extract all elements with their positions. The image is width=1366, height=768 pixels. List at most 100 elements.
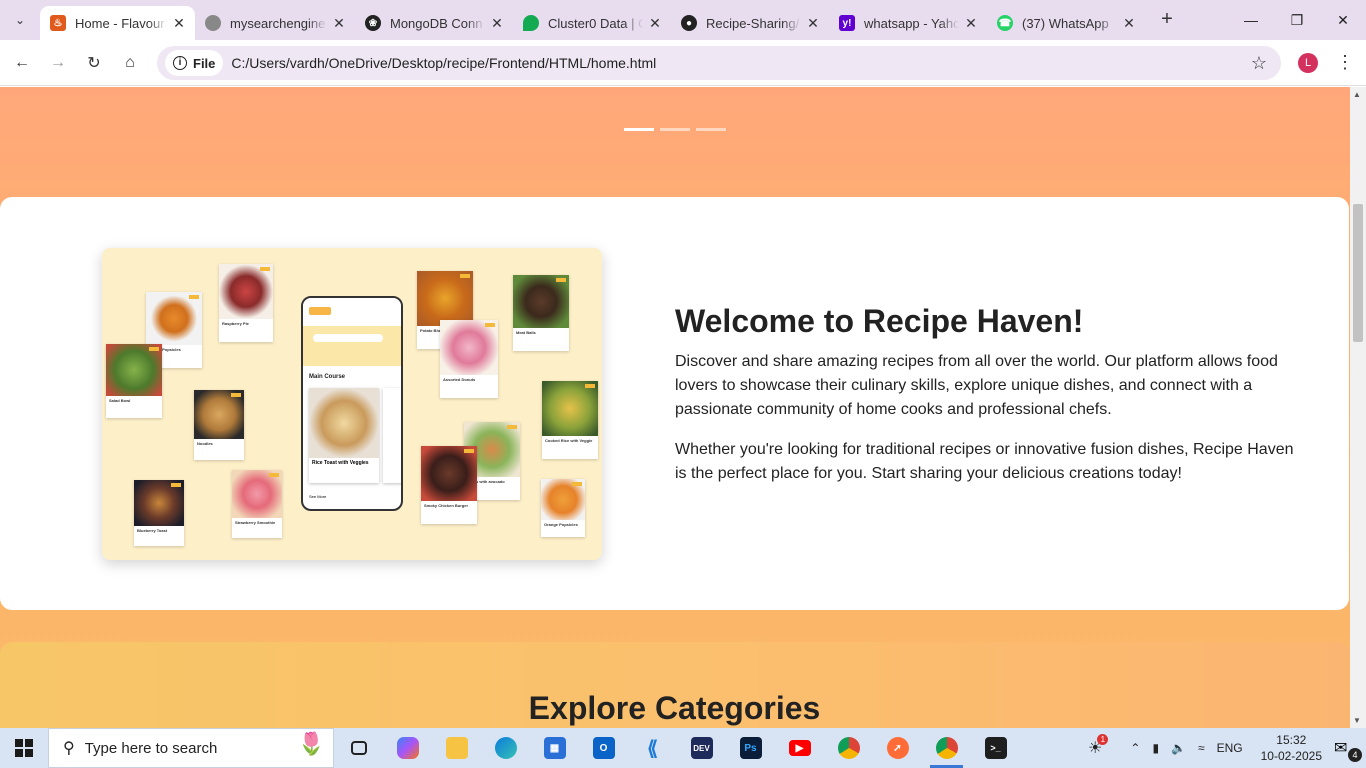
close-icon[interactable]: ✕ (331, 15, 347, 32)
language-indicator[interactable]: ENG (1217, 741, 1243, 755)
close-icon[interactable]: ✕ (489, 15, 505, 32)
scroll-up-arrow-icon[interactable]: ▲ (1353, 90, 1361, 99)
tab-title: whatsapp - Yaho (864, 15, 959, 31)
postman-icon[interactable]: ➚ (873, 728, 922, 768)
restore-button[interactable]: ❐ (1274, 0, 1320, 40)
weather-icon[interactable]: ☀ 1 (1088, 734, 1109, 758)
volume-icon[interactable]: 🔈 (1171, 741, 1186, 755)
tab-yahoo[interactable]: y! whatsapp - Yaho ✕ (829, 6, 987, 40)
welcome-paragraph-1: Discover and share amazing recipes from … (675, 353, 1278, 418)
carousel-dot[interactable] (624, 128, 654, 131)
tab-search-button[interactable]: ⌄ (5, 5, 35, 35)
taskbar-search[interactable]: ⚲ Type here to search 🌷 (48, 728, 334, 768)
categories-title: Explore Categories (528, 690, 821, 726)
file-explorer-icon[interactable] (432, 728, 481, 768)
close-icon[interactable]: ✕ (171, 15, 187, 32)
wifi-icon[interactable]: ≈ (1198, 741, 1205, 755)
categories-section: Explore Categories (0, 642, 1349, 728)
forward-button[interactable]: → (40, 45, 76, 81)
collage-card-title: Salad Bowl (109, 397, 131, 403)
carousel-dot[interactable] (696, 128, 726, 131)
welcome-section: Raspberry Pie Carrot Popsicles Potato Bh… (0, 197, 1349, 610)
devhome-icon[interactable]: DEV (677, 728, 726, 768)
outlook-icon[interactable]: O (579, 728, 628, 768)
start-button[interactable] (0, 728, 48, 768)
close-icon[interactable]: ✕ (1121, 15, 1137, 32)
back-button[interactable]: ← (4, 45, 40, 81)
phone-mockup: Main Course Rice Toast with Veggies See … (301, 296, 403, 511)
collage-card: Raspberry Pie (219, 264, 273, 342)
yahoo-icon: y! (839, 15, 855, 31)
recipe-logo-icon: ♨ (50, 15, 66, 31)
collage-card-title: Strawberry Smoothie (235, 519, 276, 525)
notification-badge: 4 (1348, 748, 1362, 762)
tab-title: mysearchengine (230, 15, 326, 31)
tab-home[interactable]: ♨ Home - FlavourS ✕ (40, 6, 195, 40)
browser-tab-strip: ⌄ ♨ Home - FlavourS ✕ mysearchengine ✕ ❀… (0, 0, 1366, 40)
scroll-down-arrow-icon[interactable]: ▼ (1353, 716, 1361, 725)
collage-card: Orange Popsicles (541, 479, 585, 537)
battery-icon[interactable]: ▮ (1152, 741, 1159, 755)
sandwich-image (309, 388, 379, 458)
collage-card-title: Cooked Rice with Veggie (545, 437, 593, 443)
clock-time: 15:32 (1276, 733, 1307, 747)
collage-card-title: Assorted Donuts (443, 376, 476, 382)
recipe-app-collage: Raspberry Pie Carrot Popsicles Potato Bh… (102, 248, 602, 560)
menu-kebab-icon[interactable]: ⋮ (1336, 52, 1354, 72)
collage-card-title: Raspberry Pie (222, 320, 249, 326)
globe-icon (205, 15, 221, 31)
page-scrollbar[interactable]: ▲ ▼ (1350, 87, 1366, 728)
collage-card: Meat Balls (513, 275, 569, 351)
tab-title: (37) WhatsApp (1022, 15, 1109, 31)
tab-mongodb-conn[interactable]: ❀ MongoDB Conn ✕ (355, 6, 513, 40)
clock[interactable]: 15:32 10-02-2025 (1261, 732, 1322, 764)
url-text[interactable]: C:/Users/vardh/OneDrive/Desktop/recipe/F… (231, 55, 656, 71)
phone-search-bar (313, 334, 383, 342)
close-icon[interactable]: ✕ (963, 15, 979, 32)
profile-avatar[interactable]: L (1298, 53, 1318, 73)
tab-title: MongoDB Conn (390, 15, 483, 31)
scrollbar-thumb[interactable] (1353, 204, 1363, 342)
system-tray: ☀ 1 ⌃ ▮ 🔈 ≈ ENG 15:32 10-02-2025 ✉ 4 (1082, 728, 1366, 768)
address-bar[interactable]: i File C:/Users/vardh/OneDrive/Desktop/r… (157, 46, 1281, 80)
tab-title: Home - FlavourS (75, 15, 167, 31)
collage-card: Noodles (194, 390, 244, 460)
clock-date: 10-02-2025 (1260, 749, 1322, 763)
close-icon[interactable]: ✕ (647, 15, 663, 32)
task-view-icon[interactable] (334, 728, 383, 768)
terminal-icon[interactable]: >_ (971, 728, 1020, 768)
collage-card: Salad Bowl (106, 344, 162, 418)
chrome-profile-icon[interactable] (922, 728, 971, 768)
photoshop-icon[interactable]: Ps (726, 728, 775, 768)
site-info-chip[interactable]: i File (165, 50, 224, 76)
collage-card: Smoky Chicken Burger (421, 446, 477, 524)
reload-button[interactable]: ↻ (76, 45, 112, 81)
tab-github[interactable]: ● Recipe-Sharing/ ✕ (671, 6, 829, 40)
vscode-icon[interactable]: ⟪ (628, 728, 677, 768)
windows-logo-icon (15, 739, 33, 757)
youtube-icon[interactable]: ▶ (775, 728, 824, 768)
bookmark-star-icon[interactable]: ☆ (1251, 53, 1267, 74)
microsoft-store-icon[interactable]: ▦ (530, 728, 579, 768)
close-icon[interactable]: ✕ (805, 15, 821, 32)
new-tab-button[interactable]: + (1153, 6, 1181, 34)
collage-card: Cooked Rice with Veggie (542, 381, 598, 459)
minimize-button[interactable]: — (1228, 0, 1274, 40)
tab-title: Cluster0 Data | C (548, 15, 643, 31)
tab-mysearchengine[interactable]: mysearchengine ✕ (195, 6, 355, 40)
chevron-up-icon[interactable]: ⌃ (1130, 741, 1140, 755)
tab-cluster0[interactable]: Cluster0 Data | C ✕ (513, 6, 671, 40)
copilot-icon[interactable] (383, 728, 432, 768)
search-icon: ⚲ (63, 740, 75, 757)
weather-badge: 1 (1097, 734, 1109, 745)
collage-card-title: Orange Popsicles (544, 521, 578, 527)
welcome-title: Welcome to Recipe Haven! (675, 303, 1084, 339)
home-button[interactable]: ⌂ (112, 45, 148, 81)
carousel-dot[interactable] (660, 128, 690, 131)
notification-center-icon[interactable]: ✉ 4 (1334, 738, 1362, 762)
tab-whatsapp[interactable]: ☎ (37) WhatsApp ✕ (987, 6, 1145, 40)
chrome-icon[interactable] (824, 728, 873, 768)
window-close-button[interactable]: ✕ (1320, 0, 1366, 40)
edge-icon[interactable] (481, 728, 530, 768)
app-logo (309, 307, 331, 315)
